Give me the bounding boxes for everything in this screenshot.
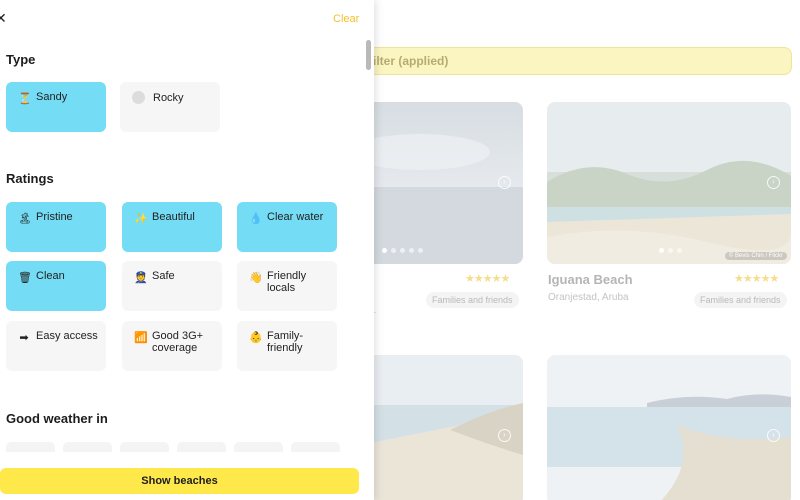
weather-month-chips[interactable] (6, 442, 340, 452)
star-rating: ★★★★★ (734, 273, 779, 285)
beach-card-photo[interactable]: › © Bevis Chin / Flickr (547, 102, 791, 264)
beach-card-photo[interactable]: › (360, 102, 523, 264)
rating-chip-good-coverage[interactable]: 📶 Good 3G+ coverage (122, 321, 222, 371)
beach-card-photo[interactable]: › (547, 355, 791, 500)
applied-filter-banner[interactable]: ilter (applied) (340, 47, 792, 75)
star-rating: ★★★★★ (465, 273, 510, 285)
type-chip-rocky[interactable]: Rocky (120, 82, 220, 132)
type-section-title: Type (6, 52, 36, 67)
weather-section-title: Good weather in (6, 411, 108, 426)
beach-card-photo[interactable]: › (360, 355, 523, 500)
filter-panel: ✕ Clear Type ⏳ Sandy Rocky Ratings 🏝 Prist… (0, 0, 374, 500)
sparkle-icon: ✨ (134, 213, 148, 225)
signal-bars-icon: 📶 (134, 332, 148, 344)
ratings-section-title: Ratings (6, 171, 54, 186)
island-icon: 🏝 (18, 213, 32, 225)
clear-filters-link[interactable]: Clear (333, 13, 359, 25)
app-root: ilter (applied) › › © Bevis Chin / Flick… (0, 0, 800, 500)
police-officer-icon: 👮 (134, 272, 148, 284)
waving-hand-icon: 👋 (249, 272, 263, 284)
close-icon[interactable]: ✕ (0, 10, 7, 27)
photo-credit: © Bevis Chin / Flickr (724, 252, 787, 260)
panel-scrollbar[interactable] (364, 40, 372, 460)
show-beaches-button[interactable]: Show beaches (0, 468, 359, 494)
next-photo-icon[interactable]: › (767, 429, 780, 442)
next-photo-icon[interactable]: › (767, 176, 780, 189)
hourglass-icon: ⏳ (18, 93, 32, 105)
rating-chip-easy-access[interactable]: ➡ Easy access (6, 321, 106, 371)
next-photo-icon[interactable]: › (498, 176, 511, 189)
beach-name[interactable]: Iguana Beach (548, 272, 633, 287)
audience-tag: Families and friends (694, 292, 787, 308)
next-photo-icon[interactable]: › (498, 429, 511, 442)
beach-location: Oranjestad, Aruba (548, 292, 629, 303)
audience-tag: Families and friends (426, 292, 519, 308)
right-arrow-icon: ➡ (19, 332, 29, 344)
panel-scrollbar-thumb[interactable] (366, 40, 371, 70)
photo-pagination-dots (382, 248, 423, 253)
photo-pagination-dots (659, 248, 682, 253)
rating-chip-safe[interactable]: 👮 Safe (122, 261, 222, 311)
rating-chip-friendly-locals[interactable]: 👋 Friendly locals (237, 261, 337, 311)
circle-icon (132, 91, 145, 104)
rating-chip-clean[interactable]: 🗑 Clean (6, 261, 106, 311)
droplet-icon: 💧 (249, 213, 263, 225)
type-chip-sandy[interactable]: ⏳ Sandy (6, 82, 106, 132)
rating-chip-clear-water[interactable]: 💧 Clear water (237, 202, 337, 252)
rating-chip-beautiful[interactable]: ✨ Beautiful (122, 202, 222, 252)
baby-face-icon: 👶 (249, 332, 263, 344)
rating-chip-family-friendly[interactable]: 👶 Family-friendly (237, 321, 337, 371)
rating-chip-pristine[interactable]: 🏝 Pristine (6, 202, 106, 252)
trash-can-icon: 🗑 (18, 272, 32, 284)
